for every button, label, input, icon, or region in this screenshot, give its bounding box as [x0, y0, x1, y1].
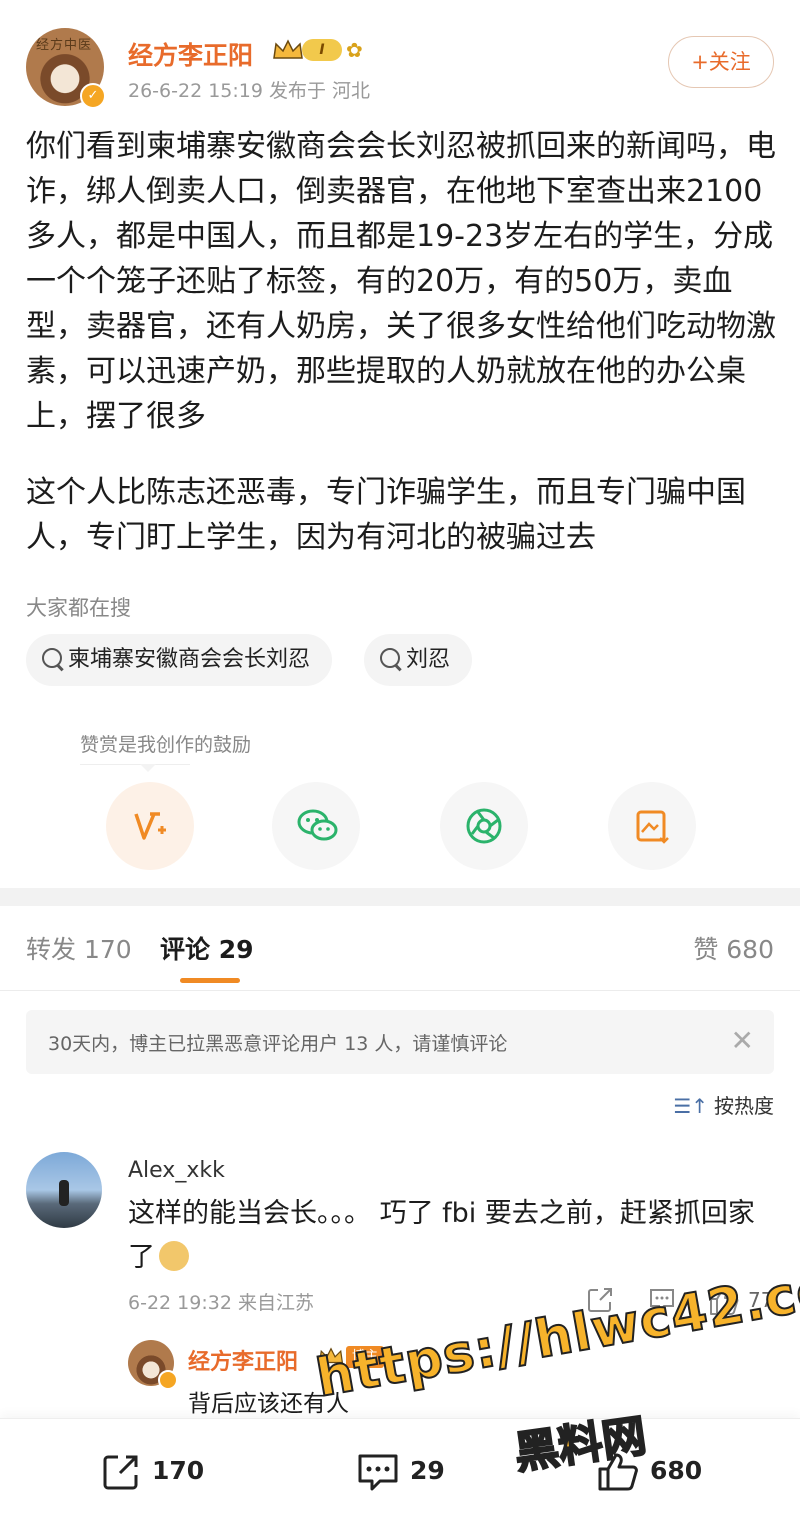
- save-image-button[interactable]: [608, 782, 696, 870]
- search-icon: [42, 648, 62, 668]
- section-divider: [0, 888, 800, 906]
- reward-button[interactable]: [106, 782, 194, 870]
- tab-repost[interactable]: 转发 170: [26, 930, 132, 966]
- sort-icon: ☰↑: [673, 1094, 708, 1118]
- repost-button[interactable]: 170: [100, 1451, 204, 1493]
- divider: [0, 990, 800, 991]
- post-paragraph: 你们看到柬埔寨安徽商会会长刘忍被抓回来的新闻吗，电诈，绑人倒卖人口，倒卖器官，在…: [26, 129, 776, 434]
- comment-text: 这样的能当会长。。。 巧了 fbi 要去之前，赶紧抓回家了: [128, 1192, 778, 1280]
- reward-prompt: 赞赏是我创作的鼓励: [80, 734, 252, 756]
- flower-icon: ✿: [346, 38, 363, 62]
- repost-icon: [103, 1455, 138, 1490]
- level-badge: I: [302, 39, 342, 61]
- tooltip-arrow: [140, 764, 156, 772]
- post-meta: 26-6-22 15:19 发布于 河北: [128, 80, 371, 102]
- commenter-avatar[interactable]: [26, 1152, 102, 1228]
- sort-button[interactable]: ☰↑ 按热度: [673, 1090, 774, 1119]
- verified-badge-icon: [158, 1370, 178, 1390]
- tab-like[interactable]: 赞 680: [693, 930, 774, 966]
- moments-share-button[interactable]: [440, 782, 528, 870]
- active-tab-indicator: [180, 978, 240, 983]
- wechat-share-button[interactable]: [272, 782, 360, 870]
- post-paragraph: 这个人比陈志还恶毒，专门诈骗学生，而且专门骗中国人，专门盯上学生，因为有河北的被…: [26, 475, 746, 555]
- close-icon[interactable]: ✕: [731, 1024, 754, 1057]
- comment-text-body: 这样的能当会长。。。 巧了 fbi 要去之前，赶紧抓回家了: [128, 1198, 755, 1273]
- search-chip-label: 柬埔寨安徽商会会长刘忍: [68, 647, 311, 672]
- follow-button[interactable]: +关注: [668, 36, 774, 88]
- reward-icon: [134, 812, 166, 840]
- wechat-icon: [297, 809, 338, 841]
- crown-icon: [273, 39, 303, 59]
- comment-icon: [358, 1454, 398, 1491]
- comment-time: 6-22 19:32 来自江苏: [128, 1292, 314, 1314]
- tab-comment[interactable]: 评论 29: [160, 930, 254, 966]
- repost-count: 170: [152, 1456, 205, 1485]
- moments-icon: [466, 808, 502, 844]
- trending-search-label: 大家都在搜: [26, 596, 131, 620]
- verified-badge-icon: ✓: [80, 83, 106, 109]
- search-chip[interactable]: 刘忍: [364, 634, 473, 686]
- search-chip[interactable]: 柬埔寨安徽商会会长刘忍: [26, 634, 333, 686]
- author-name[interactable]: 经方李正阳: [128, 36, 253, 72]
- comment-notice: 30天内，博主已拉黑恶意评论用户 13 人，请谨慎评论 ✕: [26, 1010, 774, 1074]
- search-icon: [380, 648, 400, 668]
- sort-label: 按热度: [714, 1094, 774, 1118]
- comment-count: 29: [410, 1456, 445, 1485]
- divider: [80, 764, 190, 765]
- search-chip-label: 刘忍: [406, 647, 451, 672]
- notice-text: 30天内，博主已拉黑恶意评论用户 13 人，请谨慎评论: [48, 1033, 508, 1055]
- bottom-action-bar: 170 29 680: [0, 1418, 800, 1518]
- reply-author-name[interactable]: 经方李正阳: [188, 1344, 298, 1376]
- doge-emoji-icon: [159, 1241, 189, 1271]
- commenter-name[interactable]: Alex_xkk: [128, 1158, 225, 1183]
- comment-button[interactable]: 29: [356, 1451, 445, 1493]
- like-count: 680: [650, 1456, 703, 1485]
- save-image-icon: [636, 810, 669, 844]
